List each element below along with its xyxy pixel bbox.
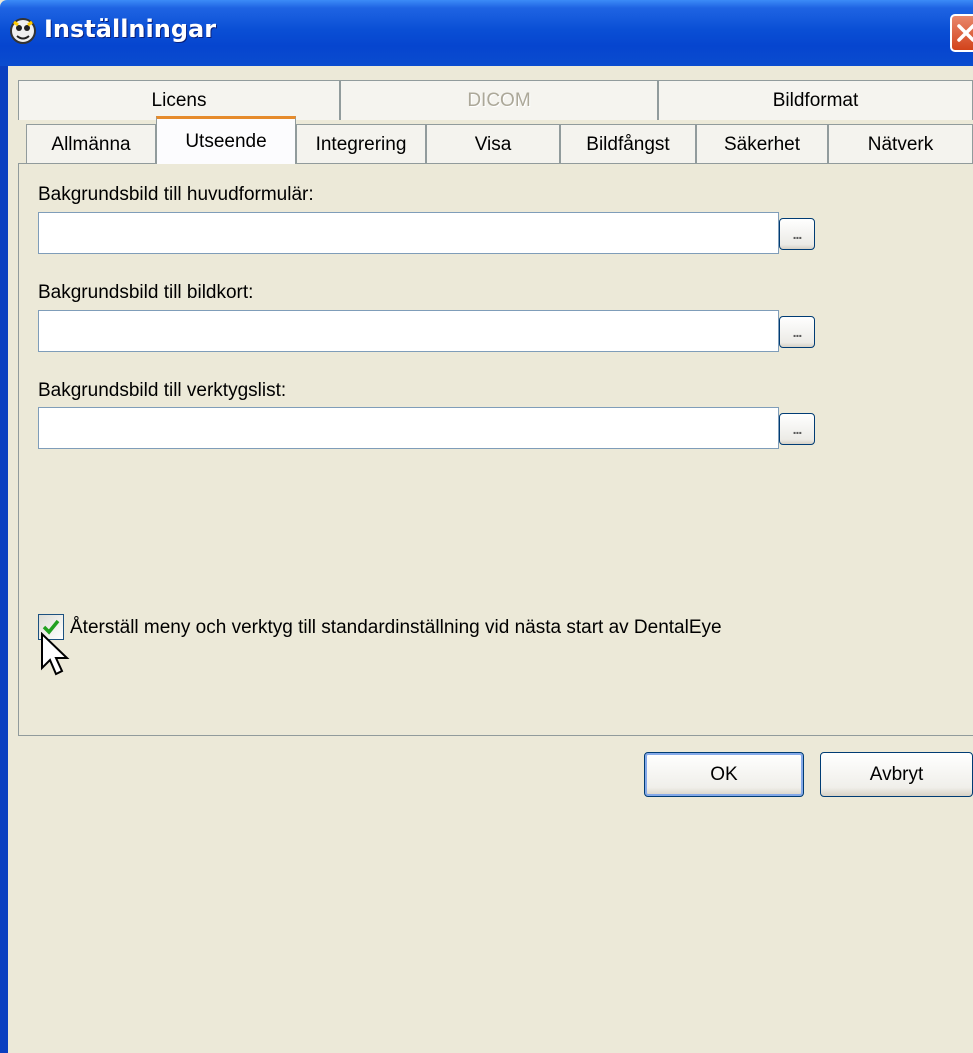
tab-label: Allmänna — [51, 133, 131, 155]
field-label-image-card: Bakgrundsbild till bildkort: — [38, 282, 254, 303]
tab-bildformat[interactable]: Bildformat — [658, 80, 973, 120]
title-bar[interactable]: Inställningar — [0, 0, 973, 66]
window-border — [0, 66, 8, 1053]
browse-button-main-form[interactable]: ... — [779, 218, 815, 250]
close-icon — [957, 24, 973, 42]
image-card-background-input[interactable] — [38, 310, 779, 352]
tab-label: Nätverk — [867, 133, 934, 155]
tab-sakerhet[interactable]: Säkerhet — [696, 124, 828, 164]
field-label-main-form: Bakgrundsbild till huvudformulär: — [38, 184, 314, 205]
tab-label: Säkerhet — [723, 133, 801, 155]
tab-licens[interactable]: Licens — [18, 80, 340, 120]
app-icon — [10, 18, 36, 44]
tab-label: Bildformat — [772, 89, 859, 111]
tab-dicom[interactable]: DICOM — [340, 80, 658, 120]
tab-utseende[interactable]: Utseende — [156, 116, 296, 164]
window-title: Inställningar — [44, 15, 217, 43]
browse-button-toolbar[interactable]: ... — [779, 413, 815, 445]
cancel-button[interactable]: Avbryt — [820, 752, 973, 797]
tab-label: DICOM — [467, 89, 531, 111]
tab-natverk[interactable]: Nätverk — [828, 124, 973, 164]
tab-label: Licens — [151, 89, 207, 111]
tab-integrering[interactable]: Integrering — [296, 124, 426, 164]
tab-bildfangst[interactable]: Bildfångst — [560, 124, 696, 164]
toolbar-background-input[interactable] — [38, 407, 779, 449]
tab-allmanna[interactable]: Allmänna — [26, 124, 156, 164]
ok-button[interactable]: OK — [644, 752, 804, 797]
tab-label: Visa — [474, 133, 512, 155]
tab-visa[interactable]: Visa — [426, 124, 560, 164]
main-form-background-input[interactable] — [38, 212, 779, 254]
close-button[interactable] — [950, 14, 973, 52]
browse-button-image-card[interactable]: ... — [779, 316, 815, 348]
field-label-toolbar: Bakgrundsbild till verktygslist: — [38, 380, 287, 401]
mouse-cursor-icon — [41, 632, 70, 676]
tab-label: Bildfångst — [586, 133, 670, 155]
tab-label: Integrering — [315, 133, 407, 155]
reset-menu-label[interactable]: Återställ meny och verktyg till standard… — [70, 617, 722, 639]
tab-label: Utseende — [185, 130, 267, 152]
